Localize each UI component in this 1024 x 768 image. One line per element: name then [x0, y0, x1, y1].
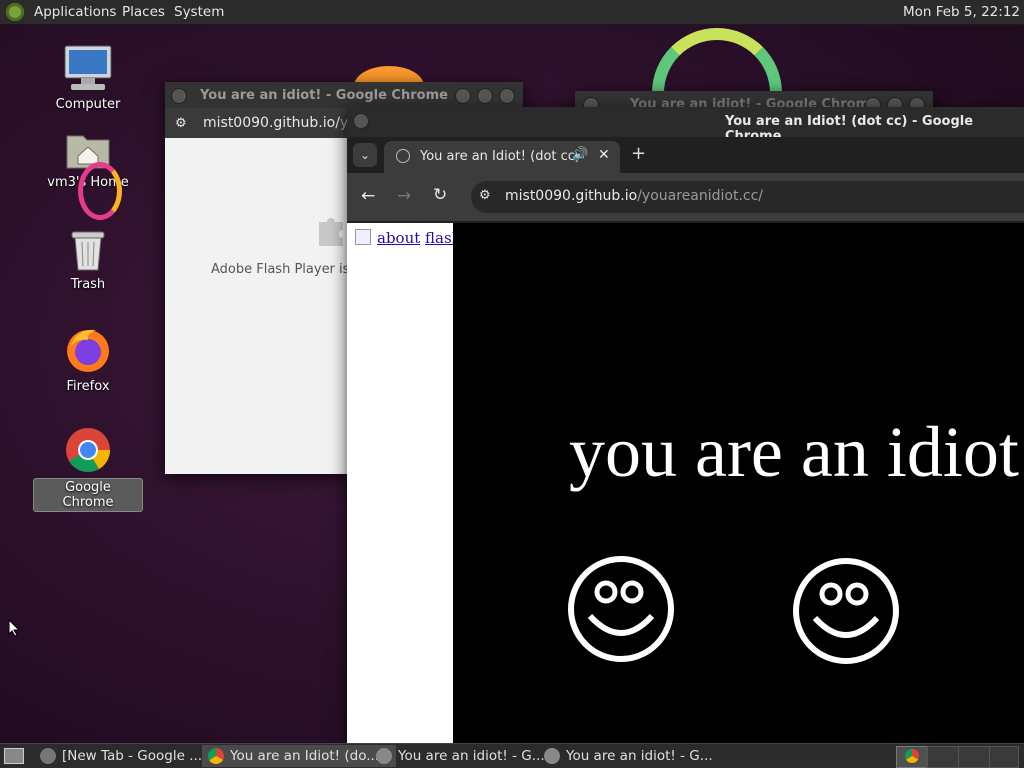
headline-text: you are an idiot [569, 412, 1019, 492]
about-link[interactable]: about [377, 229, 420, 247]
chrome-icon [905, 749, 919, 763]
url-host: mist0090.github.io [505, 188, 638, 204]
flash-content-area[interactable]: you are an idiot [453, 223, 1024, 743]
desktop-icon-label: Trash [70, 277, 106, 292]
url-text: mist0090.github.io/youareanidiot.cc/ [505, 188, 763, 204]
distro-logo-icon[interactable] [6, 3, 24, 21]
close-button[interactable] [499, 88, 515, 104]
show-desktop-icon[interactable] [4, 748, 24, 764]
computer-icon [63, 44, 113, 92]
chrome-window-front[interactable]: You are an Idiot! (dot cc) - Google Chro… [347, 107, 1024, 743]
reload-icon[interactable]: ↻ [433, 185, 447, 205]
plugin-message: Adobe Flash Player is no [211, 262, 370, 277]
taskbar-item-idiot-dotcc[interactable]: You are an Idiot! (do... [202, 745, 396, 767]
desktop-icon-firefox[interactable]: Firefox [33, 326, 143, 395]
browser-toolbar: ← → ↻ ⚙ mist0090.github.io/youareanidiot… [347, 173, 1024, 221]
workspace-1[interactable] [896, 746, 928, 768]
url-text: mist0090.github.io/you [203, 115, 366, 131]
forward-arrow-icon[interactable]: → [397, 186, 411, 206]
task-label: You are an idiot! - G... [566, 748, 713, 764]
window-menu-button[interactable] [353, 113, 369, 129]
chrome-icon [208, 748, 224, 764]
globe-icon [544, 748, 560, 764]
workspace-2[interactable] [927, 746, 959, 768]
desktop-icon-label: Google Chrome [33, 478, 143, 512]
system-menu[interactable]: System [174, 4, 224, 20]
new-tab-button[interactable]: + [631, 143, 646, 164]
task-label: [New Tab - Google ... [62, 748, 203, 764]
taskbar-item-idiot-2[interactable]: You are an idiot! - G... [538, 745, 732, 767]
taskbar-item-idiot-1[interactable]: You are an idiot! - G... [370, 745, 562, 767]
tab-youareanidiot[interactable]: You are an Idiot! (dot cc) 🔊 ✕ [384, 141, 620, 173]
chrome-icon [64, 426, 112, 474]
tab-close-icon[interactable]: ✕ [598, 147, 610, 163]
mouse-pointer-icon [8, 619, 20, 637]
plugin-puzzle-icon [315, 212, 351, 248]
window-titlebar[interactable]: You are an idiot! - Google Chrome [165, 82, 523, 108]
taskbar-item-new-tab[interactable]: [New Tab - Google ... [34, 745, 222, 767]
maximize-button[interactable] [477, 88, 493, 104]
firefox-icon [64, 326, 112, 374]
top-panel: Applications Places System Mon Feb 5, 22… [0, 0, 1024, 25]
minimize-button[interactable] [455, 88, 471, 104]
window-titlebar[interactable]: You are an Idiot! (dot cc) - Google Chro… [347, 107, 1024, 144]
desktop-icon-label: Computer [55, 97, 121, 112]
desktop-icon-computer[interactable]: Computer [33, 44, 143, 113]
site-settings-icon[interactable]: ⚙ [479, 188, 491, 203]
page-content: about flash you are an idiot [347, 223, 1024, 743]
audio-playing-icon[interactable]: 🔊 [572, 147, 588, 162]
back-arrow-icon[interactable]: ← [361, 186, 375, 206]
clock[interactable]: Mon Feb 5, 22:12 [903, 4, 1020, 20]
tab-search-button[interactable]: ⌄ [353, 143, 377, 167]
globe-icon [396, 149, 410, 163]
desktop-icon-google-chrome[interactable]: Google Chrome [33, 426, 143, 512]
window-title: You are an idiot! - Google Chrome [200, 88, 448, 103]
desktop-icon-trash[interactable]: Trash [33, 228, 143, 293]
globe-icon [376, 748, 392, 764]
trash-icon [68, 228, 108, 272]
workspace-switcher[interactable] [896, 746, 1019, 768]
workspace-4[interactable] [989, 746, 1019, 768]
smiley-face-icon [568, 556, 674, 662]
site-settings-icon[interactable]: ⚙ [175, 116, 187, 131]
omnibox[interactable]: ⚙ mist0090.github.io/youareanidiot.cc/ [471, 181, 1024, 213]
bottom-taskbar: [New Tab - Google ... You are an Idiot! … [0, 743, 1024, 768]
page-links: about flash [355, 229, 461, 247]
applications-menu[interactable]: Applications [34, 4, 116, 20]
places-menu[interactable]: Places [122, 4, 165, 20]
task-label: You are an idiot! - G... [398, 748, 545, 764]
task-label: You are an Idiot! (do... [230, 748, 380, 764]
decorative-ring [78, 162, 122, 220]
tab-title: You are an Idiot! (dot cc) [420, 149, 580, 164]
desktop-icon-label: Firefox [66, 379, 110, 394]
workspace-3[interactable] [958, 746, 990, 768]
chrome-icon [40, 748, 56, 764]
url-path: /youareanidiot.cc/ [637, 188, 764, 204]
smiley-face-icon [793, 558, 899, 664]
tab-strip: ⌄ You are an Idiot! (dot cc) 🔊 ✕ + [347, 137, 1024, 173]
url-host: mist0090.github.io/ [203, 115, 340, 131]
broken-image-icon [355, 229, 371, 245]
